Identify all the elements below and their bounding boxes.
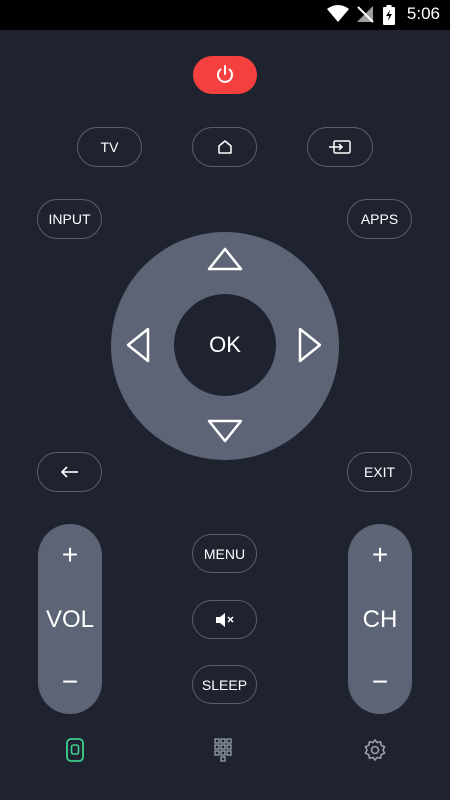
power-icon [217, 65, 233, 83]
tv-button[interactable]: TV [77, 127, 142, 167]
channel-label: CH [362, 606, 398, 633]
back-button[interactable] [37, 452, 102, 492]
channel-up-button[interactable]: + [348, 541, 412, 569]
mute-icon [215, 612, 234, 627]
volume-up-button[interactable]: + [38, 541, 102, 569]
mute-button[interactable] [192, 600, 257, 639]
source-icon [329, 140, 351, 154]
menu-label: MENU [203, 545, 246, 562]
sleep-label: SLEEP [201, 676, 248, 693]
no-signal-icon [357, 6, 374, 23]
battery-charging-icon [383, 5, 395, 25]
apps-label: APPS [360, 211, 399, 227]
menu-button[interactable]: MENU [192, 534, 257, 573]
input-label: INPUT [48, 211, 91, 227]
status-time: 5:06 [406, 4, 440, 23]
remote-icon[interactable] [65, 738, 85, 762]
down-arrow-icon[interactable] [207, 418, 243, 444]
left-arrow-icon[interactable] [125, 327, 151, 363]
settings-icon[interactable] [363, 738, 387, 762]
exit-label: EXIT [363, 464, 396, 480]
tv-label: TV [100, 139, 119, 155]
apps-button[interactable]: APPS [347, 199, 412, 239]
back-arrow-icon [60, 466, 78, 478]
status-bar: 5:06 [0, 0, 450, 30]
channel-down-button[interactable]: − [348, 668, 412, 696]
volume-down-button[interactable]: − [38, 668, 102, 696]
keypad-icon[interactable] [214, 738, 236, 762]
channel-rocker: + CH − [348, 524, 412, 714]
volume-rocker: + VOL − [38, 524, 102, 714]
home-icon [217, 140, 232, 154]
wifi-icon [327, 5, 349, 22]
right-arrow-icon[interactable] [297, 327, 323, 363]
power-button[interactable] [193, 56, 257, 94]
volume-label: VOL [45, 606, 95, 633]
up-arrow-icon[interactable] [207, 246, 243, 272]
source-button[interactable] [307, 127, 373, 167]
sleep-button[interactable]: SLEEP [192, 665, 257, 704]
ok-button[interactable]: OK [174, 294, 276, 396]
ok-label: OK [209, 332, 241, 357]
input-button[interactable]: INPUT [37, 199, 102, 239]
exit-button[interactable]: EXIT [347, 452, 412, 492]
home-button[interactable] [192, 127, 257, 167]
